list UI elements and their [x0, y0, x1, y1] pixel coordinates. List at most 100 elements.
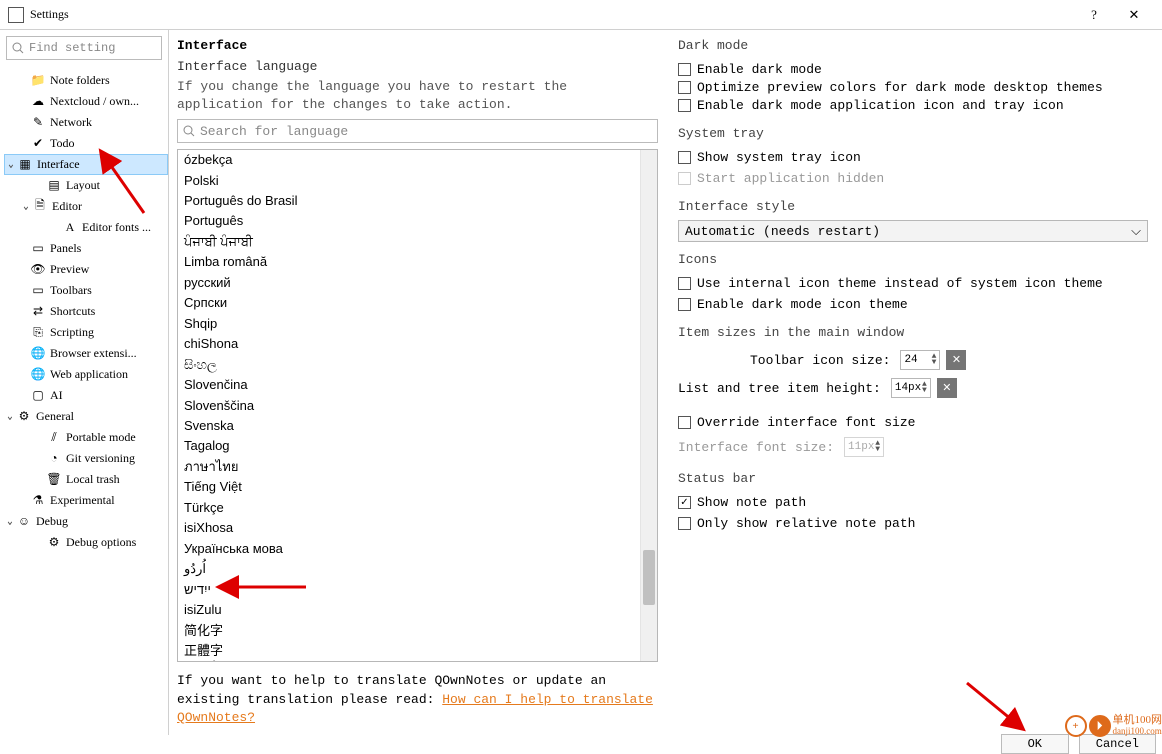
listtree-height-stepper[interactable]: 14px▲▼: [891, 378, 931, 398]
sidebar-item-general[interactable]: ⌄⚙General: [4, 406, 168, 427]
language-option[interactable]: ภาษาไทย: [178, 457, 657, 477]
search-icon: [12, 42, 24, 54]
sidebar-item-browser-extensi-[interactable]: 🌐Browser extensi...: [4, 343, 168, 364]
language-listbox[interactable]: ózbekçaPolskiPortuguês do BrasilPortuguê…: [177, 149, 658, 662]
close-button[interactable]: ✕: [1114, 7, 1154, 23]
sidebar-item-editor-fonts-[interactable]: AEditor fonts ...: [4, 217, 168, 238]
language-option[interactable]: ਪੰਜਾਬੀ ਪੰਜਾਬੀ: [178, 232, 657, 252]
scrollbar[interactable]: [640, 150, 657, 661]
language-search-input[interactable]: Search for language: [177, 119, 658, 143]
eye-icon: 👁: [30, 262, 46, 278]
grid-icon: ▤: [46, 178, 62, 194]
sidebar-item-debug-options[interactable]: ⚙Debug options: [4, 532, 168, 553]
font-size-label: Interface font size:: [678, 440, 834, 455]
language-option[interactable]: Polski: [178, 171, 657, 191]
sidebar-item-local-trash[interactable]: 🗑Local trash: [4, 469, 168, 490]
show-tray-checkbox[interactable]: Show system tray icon: [678, 150, 1148, 165]
font-icon: A: [62, 220, 78, 236]
reset-toolbar-size-button[interactable]: ✕: [946, 350, 966, 370]
sidebar-item-web-application[interactable]: 🌐Web application: [4, 364, 168, 385]
section-interface-style: Interface style: [678, 199, 1148, 214]
internal-icon-theme-checkbox[interactable]: Use internal icon theme instead of syste…: [678, 276, 1148, 291]
titlebar: Settings ? ✕: [0, 0, 1162, 30]
sidebar: Find setting 📁Note folders☁Nextcloud / o…: [0, 30, 169, 735]
dark-mode-checkbox[interactable]: Enable dark mode application icon and tr…: [678, 98, 1148, 113]
language-option[interactable]: Tiếng Việt: [178, 477, 657, 497]
folder-icon: 📁: [30, 73, 46, 89]
layout-icon: ▦: [17, 157, 33, 173]
sidebar-item-toolbars[interactable]: ▭Toolbars: [4, 280, 168, 301]
language-option[interactable]: Português do Brasil: [178, 191, 657, 211]
language-option[interactable]: Slovenčina: [178, 375, 657, 395]
listtree-height-label: List and tree item height:: [678, 381, 881, 396]
app-icon: [8, 7, 24, 23]
settings-tree[interactable]: 📁Note folders☁Nextcloud / own...✎Network…: [0, 66, 168, 557]
sidebar-item-preview[interactable]: 👁Preview: [4, 259, 168, 280]
language-option[interactable]: ózbekça: [178, 150, 657, 170]
sidebar-item-git-versioning[interactable]: ◔Git versioning: [4, 448, 168, 469]
language-option[interactable]: isiXhosa: [178, 518, 657, 538]
cancel-button[interactable]: Cancel: [1079, 734, 1156, 754]
show-note-path-checkbox[interactable]: Show note path: [678, 495, 1148, 510]
sidebar-item-nextcloud-own-[interactable]: ☁Nextcloud / own...: [4, 91, 168, 112]
sidebar-item-shortcuts[interactable]: ⇄Shortcuts: [4, 301, 168, 322]
language-option[interactable]: 简化字: [178, 621, 657, 641]
relative-note-path-checkbox[interactable]: Only show relative note path: [678, 516, 1148, 531]
toolbar-size-label: Toolbar icon size:: [750, 353, 890, 368]
sidebar-item-network[interactable]: ✎Network: [4, 112, 168, 133]
font-size-stepper: 11px▲▼: [844, 437, 884, 457]
debug-icon: ☺: [16, 514, 32, 530]
interface-style-select[interactable]: Automatic (needs restart)⌵: [678, 220, 1148, 242]
sidebar-item-panels[interactable]: ▭Panels: [4, 238, 168, 259]
search-icon: [183, 125, 195, 137]
language-option[interactable]: Tagalog: [178, 436, 657, 456]
doc-icon: 🗎: [32, 199, 48, 215]
language-option[interactable]: 正體字: [178, 641, 657, 661]
language-option[interactable]: සිංහල: [178, 355, 657, 375]
shortcut-icon: ⇄: [30, 304, 46, 320]
language-option[interactable]: اُردُو: [178, 559, 657, 579]
language-label: Interface language: [177, 59, 658, 74]
sidebar-item-editor[interactable]: ⌄🗎Editor: [4, 196, 168, 217]
language-option[interactable]: Türkçe: [178, 498, 657, 518]
flask-icon: ⚗: [30, 493, 46, 509]
wand-icon: ✎: [30, 115, 46, 131]
language-option[interactable]: Português: [178, 211, 657, 231]
sidebar-item-todo[interactable]: ✔Todo: [4, 133, 168, 154]
dark-icon-theme-checkbox[interactable]: Enable dark mode icon theme: [678, 297, 1148, 312]
language-option[interactable]: Limba română: [178, 252, 657, 272]
language-option[interactable]: Svenska: [178, 416, 657, 436]
language-option[interactable]: Српски: [178, 293, 657, 313]
sidebar-item-experimental[interactable]: ⚗Experimental: [4, 490, 168, 511]
reset-listtree-height-button[interactable]: ✕: [937, 378, 957, 398]
sidebar-item-debug[interactable]: ⌄☺Debug: [4, 511, 168, 532]
dark-mode-checkbox[interactable]: Optimize preview colors for dark mode de…: [678, 80, 1148, 95]
language-option[interactable]: chiShona: [178, 334, 657, 354]
ai-icon: ▢: [30, 388, 46, 404]
language-option[interactable]: Українська мова: [178, 539, 657, 559]
language-option[interactable]: Shqip: [178, 314, 657, 334]
toolbar-size-stepper[interactable]: 24▲▼: [900, 350, 940, 370]
sidebar-item-ai[interactable]: ▢AI: [4, 385, 168, 406]
page-title: Interface: [177, 38, 658, 53]
globe-icon: 🌐: [30, 367, 46, 383]
help-button[interactable]: ?: [1074, 7, 1114, 23]
language-option[interactable]: Slovenščina: [178, 396, 657, 416]
language-option[interactable]: ייִדיש: [178, 580, 657, 600]
sidebar-item-note-folders[interactable]: 📁Note folders: [4, 70, 168, 91]
language-option[interactable]: isiZulu: [178, 600, 657, 620]
sidebar-item-layout[interactable]: ▤Layout: [4, 175, 168, 196]
sidebar-item-scripting[interactable]: ⎘Scripting: [4, 322, 168, 343]
start-hidden-checkbox: Start application hidden: [678, 171, 1148, 186]
sidebar-item-portable-mode[interactable]: ⫽Portable mode: [4, 427, 168, 448]
dark-mode-checkbox[interactable]: Enable dark mode: [678, 62, 1148, 77]
ok-button[interactable]: OK: [1001, 734, 1069, 754]
sidebar-item-interface[interactable]: ⌄▦Interface: [4, 154, 168, 175]
find-setting-input[interactable]: Find setting: [6, 36, 162, 60]
translate-note: If you want to help to translate QOwnNot…: [177, 672, 658, 727]
language-option[interactable]: русский: [178, 273, 657, 293]
globe-icon: 🌐: [30, 346, 46, 362]
cloud-icon: ☁: [30, 94, 46, 110]
gear-icon: ⚙: [16, 409, 32, 425]
override-font-size-checkbox[interactable]: Override interface font size: [678, 415, 1148, 430]
